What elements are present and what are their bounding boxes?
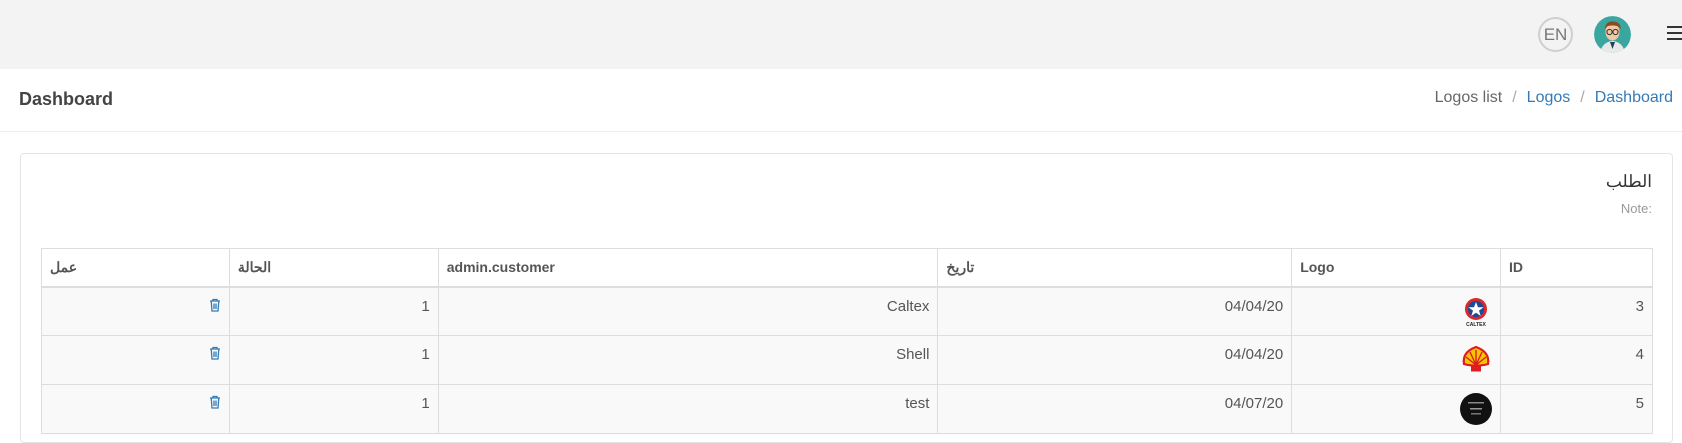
breadcrumb-separator: /: [1512, 89, 1517, 106]
breadcrumb-item-logos-list: Logos list: [1434, 89, 1503, 106]
trash-icon[interactable]: [209, 395, 221, 409]
breadcrumb-item-dashboard[interactable]: Dashboard: [1595, 89, 1673, 107]
dark-circle-logo: [1460, 393, 1493, 425]
status-cell: 1: [228, 335, 439, 385]
logos-card: الطلب Note: عمل الحالة admin.customer تا…: [20, 153, 1673, 443]
shell-logo: [1462, 345, 1490, 372]
column-header-logo[interactable]: Logo: [1291, 248, 1502, 288]
column-header-status[interactable]: الحالة: [228, 248, 439, 288]
id-cell: 3: [1500, 286, 1653, 336]
date-cell: 04/07/20: [937, 384, 1293, 434]
logo-cell: [1291, 384, 1502, 434]
logos-table: عمل الحالة admin.customer تاريخ Logo ID …: [41, 248, 1653, 434]
user-avatar[interactable]: [1594, 16, 1631, 53]
column-header-action[interactable]: عمل: [41, 248, 230, 288]
action-cell: [41, 335, 230, 385]
breadcrumb: Logos list / Logos / Dashboard: [1435, 89, 1673, 107]
card-note: Note:: [1620, 201, 1652, 216]
table-row: 1 test 04/07/20 5: [41, 384, 1653, 434]
logo-cell: CALTEX: [1291, 286, 1502, 336]
customer-cell: Caltex: [437, 286, 939, 336]
table-header-row: عمل الحالة admin.customer تاريخ Logo ID: [41, 248, 1653, 288]
date-cell: 04/04/20: [937, 286, 1293, 336]
date-cell: 04/04/20: [937, 335, 1293, 385]
breadcrumb-item-logos[interactable]: Logos: [1527, 89, 1571, 107]
logo-cell: [1291, 335, 1502, 385]
trash-icon[interactable]: [209, 298, 221, 312]
top-navbar: EN: [0, 0, 1682, 69]
page-title: Dashboard: [19, 89, 114, 109]
customer-cell: test: [437, 384, 939, 434]
language-switch-button[interactable]: EN: [1538, 17, 1573, 52]
id-cell: 5: [1500, 384, 1653, 434]
status-cell: 1: [228, 286, 439, 336]
hamburger-menu-icon[interactable]: [1667, 26, 1682, 42]
status-cell: 1: [228, 384, 439, 434]
svg-text:CALTEX: CALTEX: [1466, 322, 1486, 328]
breadcrumb-separator: /: [1580, 89, 1585, 106]
table-row: 1 Caltex 04/04/20 CALTEX 3: [41, 286, 1653, 336]
action-cell: [41, 384, 230, 434]
page-header: [0, 69, 1682, 132]
column-header-id[interactable]: ID: [1500, 248, 1653, 288]
card-title: الطلب: [1605, 172, 1652, 191]
customer-cell: Shell: [437, 335, 939, 385]
id-cell: 4: [1500, 335, 1653, 385]
action-cell: [41, 286, 230, 336]
table-row: 1 Shell 04/04/20 4: [41, 335, 1653, 385]
column-header-date[interactable]: تاريخ: [937, 248, 1293, 288]
column-header-customer[interactable]: admin.customer: [437, 248, 939, 288]
trash-icon[interactable]: [209, 346, 221, 360]
caltex-logo: CALTEX: [1465, 297, 1488, 328]
